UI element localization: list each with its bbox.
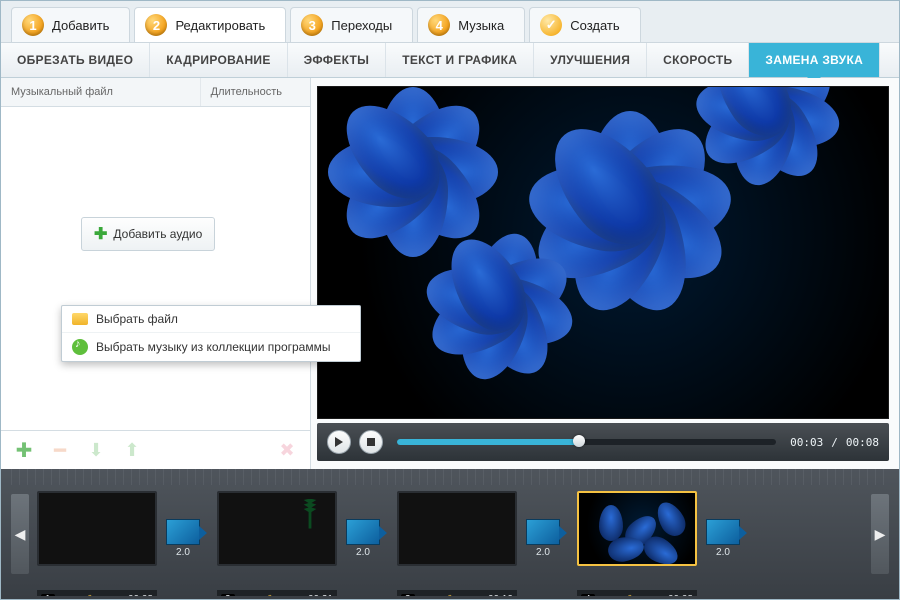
audio-list-panel: Музыкальный файл Длительность ✚ Добавить… (1, 78, 311, 469)
app-root: 1 Добавить 2 Редактировать 3 Переходы 4 … (0, 0, 900, 600)
step-add[interactable]: 1 Добавить (11, 7, 130, 42)
step-transitions[interactable]: 3 Переходы (290, 7, 413, 42)
stop-button[interactable] (359, 430, 383, 454)
timeline-clips: 1 ✎ 00:08 2.0 2 ✎ 00:21 (29, 473, 871, 596)
timeline-next[interactable]: ▶ (871, 494, 889, 574)
workflow-steps: 1 Добавить 2 Редактировать 3 Переходы 4 … (1, 1, 899, 42)
subtab-enhance[interactable]: УЛУЧШЕНИЯ (534, 43, 647, 77)
edit-subtabs: ОБРЕЗАТЬ ВИДЕО КАДРИРОВАНИЕ ЭФФЕКТЫ ТЕКС… (1, 42, 899, 78)
move-down-icon: ⬇ (85, 439, 107, 461)
transition-duration: 2.0 (536, 547, 550, 558)
seek-thumb[interactable] (573, 435, 585, 447)
preview-panel: 00:03 / 00:08 (311, 78, 899, 469)
col-header-file: Музыкальный файл (1, 78, 200, 106)
timeline-prev[interactable]: ◀ (11, 494, 29, 574)
editor-body: Музыкальный файл Длительность ✚ Добавить… (1, 78, 899, 469)
step-badge-3: 3 (301, 14, 323, 36)
preview-player: 00:03 / 00:08 (317, 423, 889, 461)
video-preview (317, 86, 889, 419)
add-audio-label: Добавить аудио (113, 227, 202, 241)
step-label: Переходы (331, 18, 392, 33)
clip-duration: 00:10 (488, 594, 513, 596)
col-header-duration: Длительность (200, 78, 310, 106)
menu-choose-file[interactable]: Выбрать файл (62, 306, 360, 333)
time-current: 00:03 (790, 436, 823, 449)
step-label: Добавить (52, 18, 109, 33)
remove-icon: ━ (49, 439, 71, 461)
move-up-icon: ⬆ (121, 439, 143, 461)
clip-index: 3 (401, 594, 415, 596)
clip-index: 4 (581, 594, 595, 596)
folder-icon (72, 313, 88, 325)
subtab-effects[interactable]: ЭФФЕКТЫ (288, 43, 387, 77)
subtab-crop-frame[interactable]: КАДРИРОВАНИЕ (150, 43, 287, 77)
menu-choose-library[interactable]: Выбрать музыку из коллекции программы (62, 333, 360, 361)
plus-icon: ✚ (94, 224, 107, 244)
play-button[interactable] (327, 430, 351, 454)
pencil-icon: ✎ (447, 594, 455, 596)
seek-progress (397, 439, 579, 445)
seek-track[interactable] (397, 439, 776, 445)
transition-icon (706, 519, 740, 545)
checkmark-icon: ✓ (540, 14, 562, 36)
pencil-icon: ✎ (87, 594, 95, 596)
subtab-crop-video[interactable]: ОБРЕЗАТЬ ВИДЕО (1, 43, 150, 77)
transition-block[interactable]: 2.0 (161, 519, 205, 559)
transition-block[interactable]: 2.0 (521, 519, 565, 559)
step-music[interactable]: 4 Музыка (417, 7, 525, 42)
time-total: 00:08 (846, 436, 879, 449)
pencil-icon: ✎ (267, 594, 275, 596)
delete-icon: ✖ (276, 439, 298, 461)
preview-image (318, 87, 888, 418)
step-badge-4: 4 (428, 14, 450, 36)
menu-item-label: Выбрать файл (96, 312, 178, 326)
clip-index: 1 (41, 594, 55, 596)
subtab-speed[interactable]: СКОРОСТЬ (647, 43, 749, 77)
step-label: Создать (570, 18, 619, 33)
transition-icon (526, 519, 560, 545)
transition-block[interactable]: 2.0 (341, 519, 385, 559)
audio-list-body: ✚ Добавить аудио Выбрать файл Выбрать му… (1, 107, 310, 430)
subtab-replace-audio[interactable]: ЗАМЕНА ЗВУКА (749, 43, 880, 77)
timeline-clip[interactable]: 3 ✎ 00:10 2.0 (397, 491, 565, 588)
step-edit[interactable]: 2 Редактировать (134, 7, 286, 42)
transition-duration: 2.0 (176, 547, 190, 558)
subtab-text-graphics[interactable]: ТЕКСТ И ГРАФИКА (386, 43, 534, 77)
add-audio-button[interactable]: ✚ Добавить аудио (81, 217, 215, 251)
pencil-icon: ✎ (627, 594, 635, 596)
clip-duration: 00:08 (128, 594, 153, 596)
menu-item-label: Выбрать музыку из коллекции программы (96, 340, 330, 354)
step-label: Редактировать (175, 18, 265, 33)
step-badge-1: 1 (22, 14, 44, 36)
clip-thumbnail (577, 491, 697, 566)
transition-block[interactable]: 2.0 (701, 519, 745, 559)
transition-duration: 2.0 (356, 547, 370, 558)
time-sep: / (831, 436, 838, 449)
timeline-clip[interactable]: 1 ✎ 00:08 2.0 (37, 491, 205, 588)
clip-duration: 00:21 (308, 594, 333, 596)
audio-list-header: Музыкальный файл Длительность (1, 78, 310, 107)
timeline-clip[interactable]: 4 ✎ 00:08 2.0 (577, 491, 745, 588)
add-icon[interactable]: ✚ (13, 439, 35, 461)
music-note-icon (72, 339, 88, 355)
audio-actions-row: ✚ ━ ⬇ ⬆ ✖ (1, 430, 310, 469)
timeline: ◀ 1 ✎ 00:08 2.0 (1, 469, 899, 599)
transition-icon (346, 519, 380, 545)
transition-duration: 2.0 (716, 547, 730, 558)
step-badge-2: 2 (145, 14, 167, 36)
transition-icon (166, 519, 200, 545)
step-label: Музыка (458, 18, 504, 33)
add-audio-menu: Выбрать файл Выбрать музыку из коллекции… (61, 305, 361, 362)
timeline-clip[interactable]: 2 ✎ 00:21 2.0 (217, 491, 385, 588)
timeline-ruler (11, 469, 889, 485)
clip-thumbnail (37, 491, 157, 566)
clip-duration: 00:08 (668, 594, 693, 596)
step-export[interactable]: ✓ Создать (529, 7, 640, 42)
clip-index: 2 (221, 594, 235, 596)
clip-thumbnail (397, 491, 517, 566)
clip-thumbnail (217, 491, 337, 566)
